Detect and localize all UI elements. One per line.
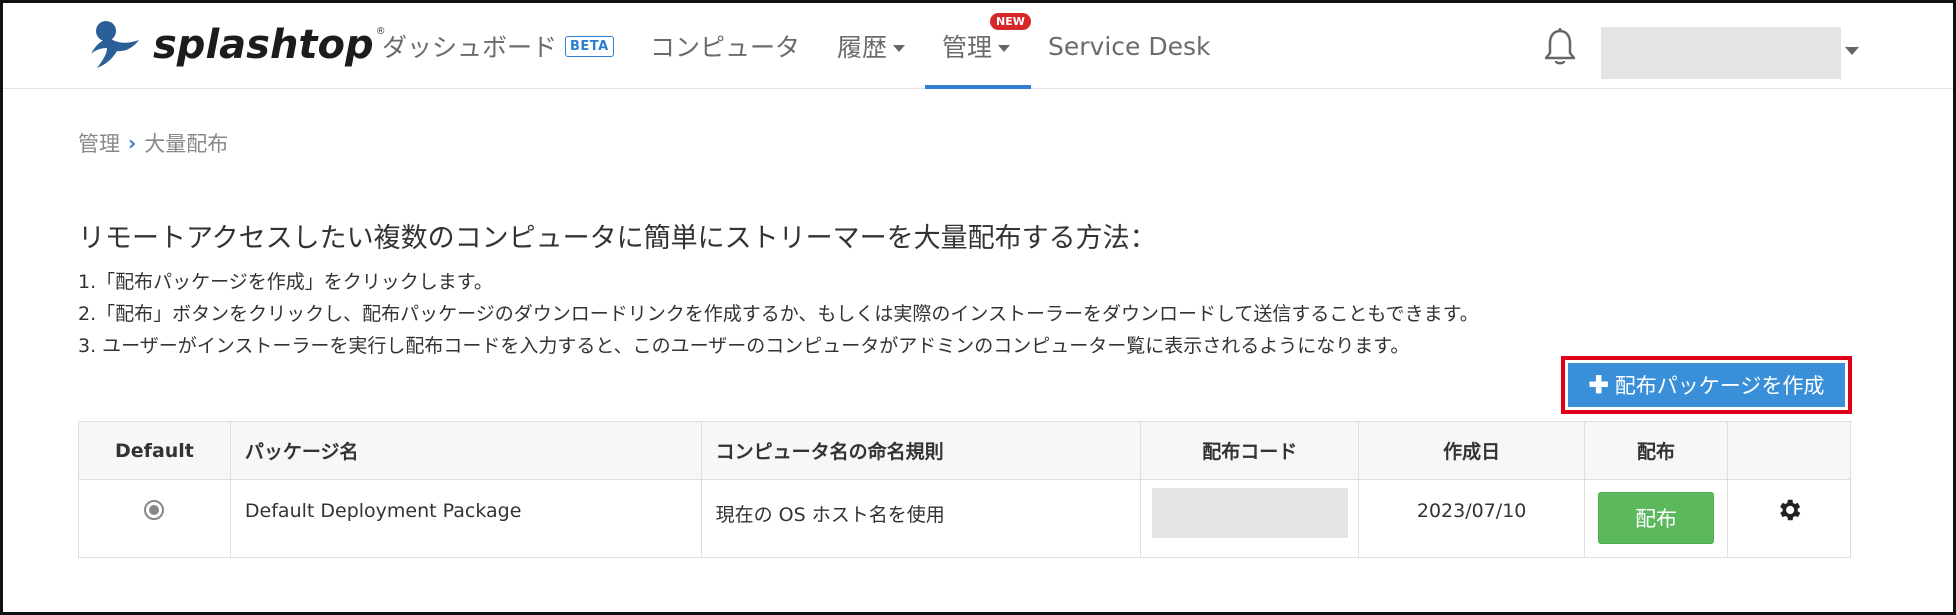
nav-service-desk-label: Service Desk xyxy=(1048,31,1211,61)
column-header-deploy: 配布 xyxy=(1584,421,1729,480)
instruction-step: 2.「配布」ボタンをクリックし、配布パッケージのダウンロードリンクを作成するか、… xyxy=(78,303,1479,325)
package-name-cell: Default Deployment Package xyxy=(229,479,702,558)
active-tab-indicator xyxy=(925,85,1031,89)
column-header-created: 作成日 xyxy=(1358,421,1586,480)
nav-manage[interactable]: 管理 NEW xyxy=(942,3,1031,89)
top-navbar: splashtop ® ダッシュボード BETA コンピュータ 履歴 管理 NE… xyxy=(3,3,1953,89)
beta-badge: BETA xyxy=(565,35,614,57)
breadcrumb: 管理 › 大量配布 xyxy=(78,128,228,158)
table-row: Default Deployment Package 現在の OS ホスト名を使… xyxy=(78,479,1851,558)
chevron-down-icon[interactable] xyxy=(1845,47,1859,55)
deploy-code-cell xyxy=(1140,479,1360,558)
gear-icon[interactable] xyxy=(1775,496,1803,529)
nav-computers-label: コンピュータ xyxy=(650,33,801,62)
splashtop-logo-icon xyxy=(91,21,139,68)
nav-dashboard[interactable]: ダッシュボード BETA xyxy=(382,3,614,89)
nav-history-label: 履歴 xyxy=(837,33,888,62)
user-menu[interactable] xyxy=(1601,27,1841,79)
plus-icon: ✚ xyxy=(1588,371,1609,399)
page-heading: リモートアクセスしたい複数のコンピュータに簡単にストリーマーを大量配布する方法： xyxy=(78,223,1157,254)
instruction-step: 3. ユーザーがインストーラーを実行し配布コードを入力すると、このユーザーのコン… xyxy=(78,335,1410,357)
create-package-label: 配布パッケージを作成 xyxy=(1614,375,1825,398)
chevron-down-icon xyxy=(893,44,906,52)
breadcrumb-current: 大量配布 xyxy=(144,132,229,156)
deploy-code-redacted xyxy=(1151,488,1348,538)
new-badge: NEW xyxy=(990,13,1031,30)
breadcrumb-parent[interactable]: 管理 xyxy=(78,128,120,158)
brand-name: splashtop xyxy=(153,22,374,68)
package-table: Default パッケージ名 コンピュータ名の命名規則 配布コード 作成日 配布… xyxy=(78,421,1851,558)
bell-icon[interactable] xyxy=(1543,27,1577,71)
created-date-cell: 2023/07/10 xyxy=(1358,479,1586,558)
chevron-right-icon: › xyxy=(128,131,137,155)
default-cell xyxy=(78,479,231,558)
deploy-button[interactable]: 配布 xyxy=(1598,492,1715,544)
table-header-row: Default パッケージ名 コンピュータ名の命名規則 配布コード 作成日 配布 xyxy=(78,421,1851,480)
column-header-default: Default xyxy=(78,421,231,480)
deploy-cell: 配布 xyxy=(1584,479,1729,558)
create-button-highlight: ✚ 配布パッケージを作成 xyxy=(1561,356,1852,414)
nav-computers[interactable]: コンピュータ xyxy=(650,3,800,89)
nav-dashboard-label: ダッシュボード xyxy=(382,33,558,62)
instruction-list: 1.「配布パッケージを作成」をクリックします。 2.「配布」ボタンをクリックし、… xyxy=(78,266,1479,362)
column-header-package-name: パッケージ名 xyxy=(229,421,702,480)
chevron-down-icon xyxy=(998,44,1011,52)
nav-history[interactable]: 履歴 xyxy=(837,3,906,89)
nav-service-desk[interactable]: Service Desk xyxy=(1048,3,1210,89)
brand-logo[interactable]: splashtop ® xyxy=(89,17,386,73)
naming-rule-cell: 現在の OS ホスト名を使用 xyxy=(700,479,1142,558)
nav-manage-label: 管理 xyxy=(942,33,993,62)
create-package-button[interactable]: ✚ 配布パッケージを作成 xyxy=(1568,363,1845,407)
column-header-deploy-code: 配布コード xyxy=(1140,421,1360,480)
column-header-actions xyxy=(1727,421,1851,480)
instruction-step: 1.「配布パッケージを作成」をクリックします。 xyxy=(78,271,493,293)
column-header-naming-rule: コンピュータ名の命名規則 xyxy=(700,421,1142,480)
actions-cell xyxy=(1727,479,1851,558)
default-radio[interactable] xyxy=(144,500,165,520)
